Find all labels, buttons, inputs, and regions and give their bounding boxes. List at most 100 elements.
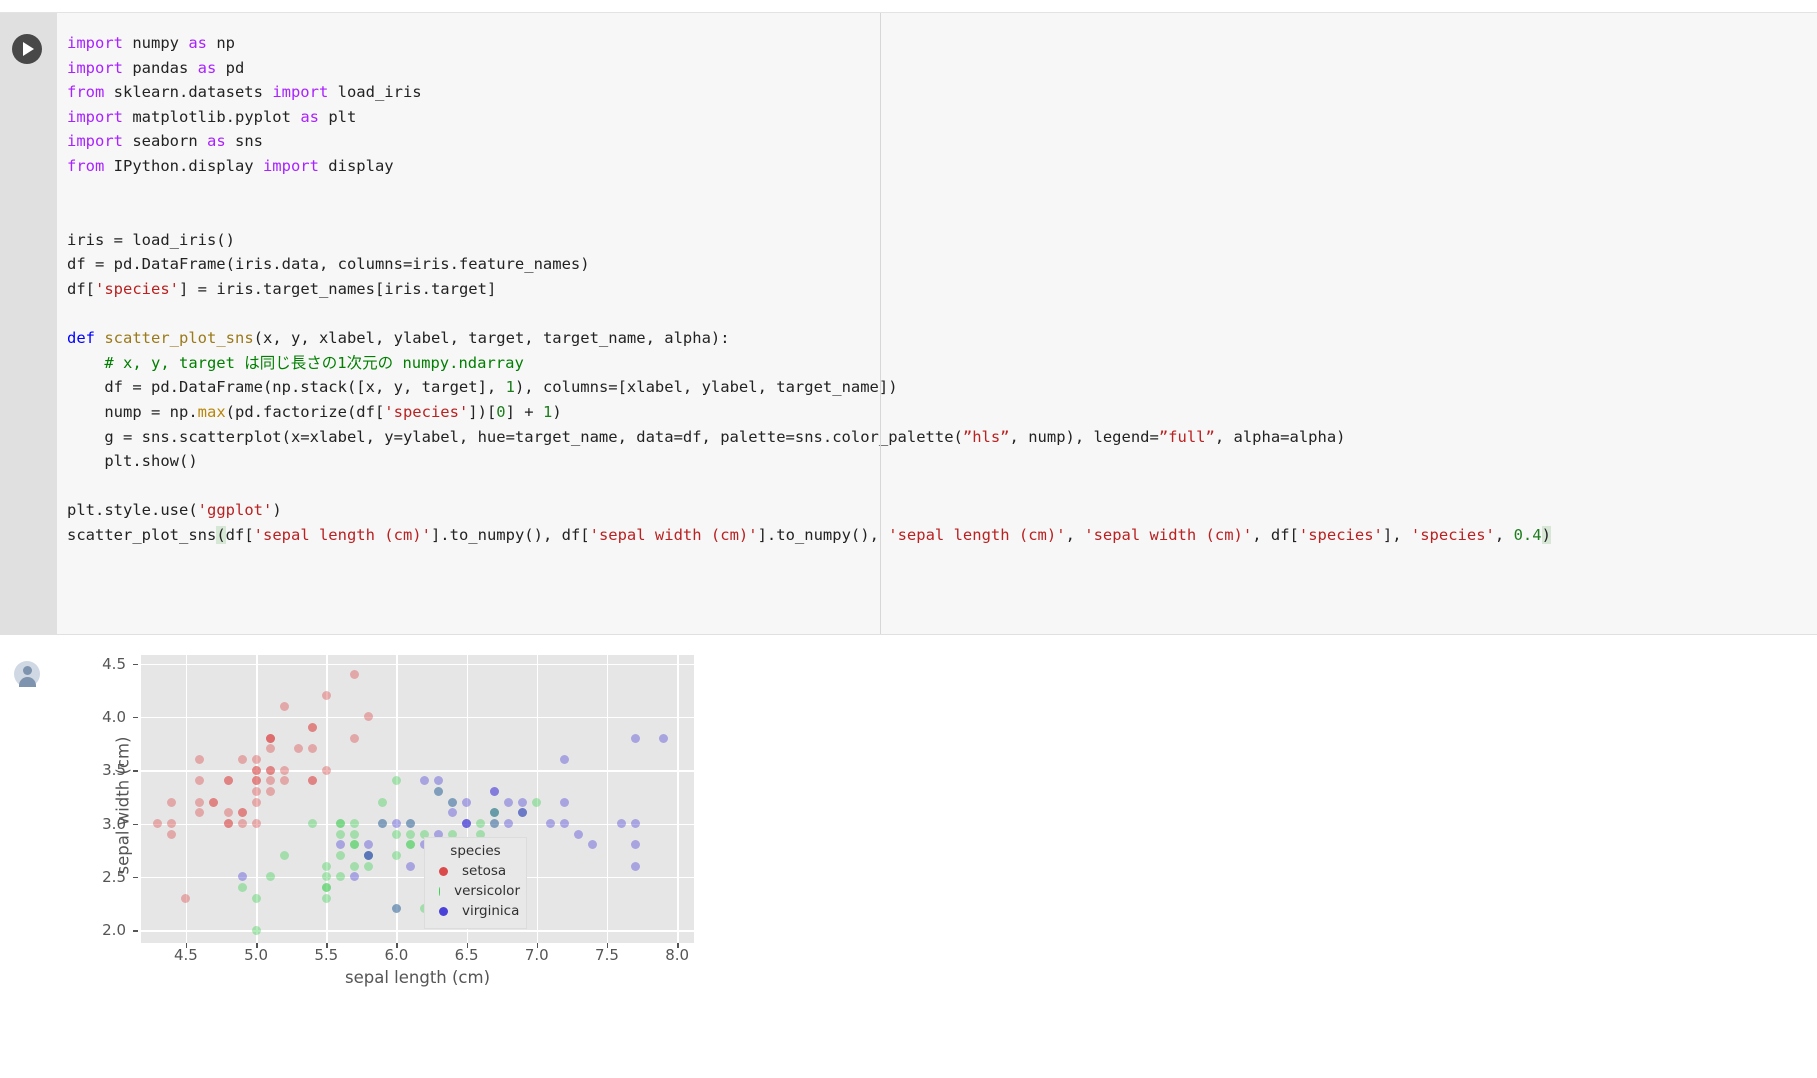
legend-color-swatch (439, 907, 448, 916)
data-point (308, 776, 317, 785)
code-editor[interactable]: import numpy as np import pandas as pd f… (57, 13, 1817, 634)
data-point (252, 787, 261, 796)
y-tick-mark (133, 664, 138, 666)
data-point (308, 723, 317, 732)
y-tick-label: 2.0 (60, 921, 126, 939)
x-tick-mark (537, 943, 539, 948)
data-point (631, 840, 640, 849)
data-point (631, 819, 640, 828)
run-cell-button[interactable] (12, 34, 42, 64)
data-point (420, 776, 429, 785)
data-point (336, 830, 345, 839)
data-point (462, 798, 471, 807)
data-point (336, 819, 345, 828)
data-point (238, 819, 247, 828)
gridline-horizontal (141, 664, 694, 666)
y-tick-label: 4.0 (60, 708, 126, 726)
data-point (364, 862, 373, 871)
data-point (238, 808, 247, 817)
legend-entries: setosa versicolor virginica (431, 861, 520, 921)
data-point (252, 776, 261, 785)
data-point (322, 894, 331, 903)
data-point (294, 744, 303, 753)
legend-entry-label: versicolor (454, 883, 520, 899)
y-tick-mark (133, 930, 138, 932)
data-point (266, 787, 275, 796)
data-point (392, 904, 401, 913)
data-point (406, 819, 415, 828)
data-point (266, 776, 275, 785)
legend-entry: virginica (431, 901, 520, 921)
data-point (181, 894, 190, 903)
code-source[interactable]: import numpy as np import pandas as pd f… (67, 31, 1817, 547)
data-point (224, 819, 233, 828)
code-cell: import numpy as np import pandas as pd f… (0, 12, 1817, 635)
data-point (406, 862, 415, 871)
data-point (476, 819, 485, 828)
data-point (252, 926, 261, 935)
data-point (224, 776, 233, 785)
x-tick-mark (396, 943, 398, 948)
x-tick-label: 5.0 (226, 946, 286, 964)
data-point (617, 819, 626, 828)
data-point (280, 766, 289, 775)
data-point (448, 808, 457, 817)
scatter-plot-figure: sepal width (cm) 2.02.53.03.54.04.5 4.55… (60, 646, 660, 1046)
gridline-vertical (677, 655, 679, 943)
output-cell: sepal width (cm) 2.02.53.03.54.04.5 4.55… (0, 636, 1817, 1078)
data-point (167, 830, 176, 839)
y-tick-mark (133, 824, 138, 826)
avatar (14, 661, 40, 687)
data-point (266, 872, 275, 881)
x-tick-mark (467, 943, 469, 948)
data-point (238, 755, 247, 764)
data-point (195, 755, 204, 764)
gridline-horizontal (141, 770, 694, 772)
chart-legend: species setosaversicolorvirginica (424, 837, 527, 929)
data-point (336, 872, 345, 881)
legend-entry-label: setosa (462, 863, 506, 879)
data-point (350, 734, 359, 743)
data-point (266, 766, 275, 775)
data-point (252, 766, 261, 775)
data-point (322, 872, 331, 881)
data-point (434, 776, 443, 785)
data-point (167, 819, 176, 828)
y-tick-mark (133, 770, 138, 772)
x-tick-mark (326, 943, 328, 948)
data-point (224, 808, 233, 817)
data-point (631, 734, 640, 743)
x-tick-mark (186, 943, 188, 948)
data-point (364, 851, 373, 860)
data-point (238, 872, 247, 881)
data-point (364, 840, 373, 849)
data-point (406, 830, 415, 839)
data-point (195, 798, 204, 807)
avatar-head-icon (23, 666, 32, 675)
data-point (280, 776, 289, 785)
data-point (252, 798, 261, 807)
data-point (280, 851, 289, 860)
y-tick-label: 4.5 (60, 655, 126, 673)
data-point (252, 755, 261, 764)
data-point (462, 819, 471, 828)
data-point (252, 819, 261, 828)
plot-area (141, 655, 694, 943)
data-point (392, 851, 401, 860)
data-point (560, 819, 569, 828)
x-tick-mark (607, 943, 609, 948)
data-point (308, 744, 317, 753)
data-point (252, 894, 261, 903)
data-point (392, 776, 401, 785)
data-point (518, 808, 527, 817)
x-tick-label: 7.5 (577, 946, 637, 964)
data-point (392, 830, 401, 839)
gridline-vertical (396, 655, 398, 943)
data-point (659, 734, 668, 743)
data-point (546, 819, 555, 828)
data-point (518, 798, 527, 807)
data-point (195, 776, 204, 785)
data-point (266, 744, 275, 753)
x-tick-label: 4.5 (156, 946, 216, 964)
data-point (350, 840, 359, 849)
